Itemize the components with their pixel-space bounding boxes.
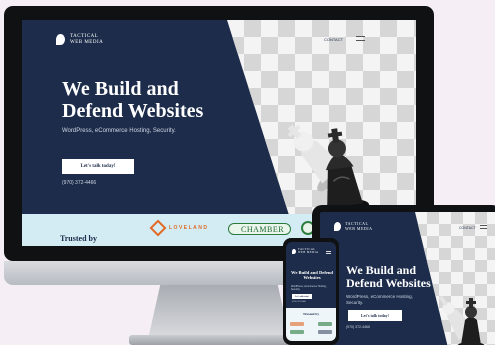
cta-button[interactable]: Let's talk today! <box>62 159 134 174</box>
hamburger-menu-icon[interactable] <box>356 36 365 41</box>
tablet-hero-headline: We Build and Defend Websites <box>346 263 431 291</box>
phone-seal-logo-icon <box>290 330 304 334</box>
phone-trusted-by-section: Trusted by <box>286 308 336 341</box>
phone-cta-button[interactable]: Let's talk today! <box>292 294 312 299</box>
tablet-nav-contact-link[interactable]: CONTACT <box>459 226 476 230</box>
loveland-emblem-icon <box>149 219 167 237</box>
tablet-brand-line-2: WEB MEDIA <box>345 225 373 231</box>
phone-link[interactable]: (970) 372-4466 <box>62 180 96 186</box>
nav-contact-link[interactable]: CONTACT <box>324 37 343 42</box>
loveland-logo-text: LOVELAND <box>169 225 209 231</box>
hero-subtext: WordPress, eCommerce Hosting, Security. <box>62 128 176 134</box>
tablet-hero-section: TACTICAL WEB MEDIA CONTACT We Build and … <box>320 212 495 345</box>
phone-brand-logo[interactable]: TACTICAL WEB MEDIA <box>292 248 319 255</box>
logo-mark-icon <box>56 34 65 45</box>
brand-logo[interactable]: TACTICAL WEB MEDIA <box>56 34 103 45</box>
phone-phone-link[interactable]: (970) 372-4466 <box>292 301 306 303</box>
trusted-by-label: Trusted by <box>60 234 97 243</box>
phone-hero-headline: We Build and Defend Websites <box>291 270 333 281</box>
phone-screen: TACTICAL WEB MEDIA We Build and Defend W… <box>286 242 336 341</box>
hero-headline: We Build and Defend Websites <box>62 78 204 123</box>
phone-logo-mark-icon <box>292 249 296 255</box>
tablet-hero-subtext: WordPress, eCommerce Hosting, Security. <box>346 294 413 306</box>
brand-line-2: WEB MEDIA <box>70 39 104 45</box>
chamber-logo-text: CHAMBER <box>241 224 285 234</box>
chamber-logo: CHAMBER <box>228 223 292 235</box>
tablet-hamburger-menu-icon[interactable] <box>480 225 487 229</box>
phone-hamburger-menu-icon[interactable] <box>326 251 331 254</box>
loveland-chamber-logo: LOVELAND <box>149 219 209 237</box>
phone-hero-subtext: WordPress, eCommerce Hosting, Security. <box>291 285 327 292</box>
phone-trusted-by-label: Trusted by <box>302 312 320 316</box>
phone-device: TACTICAL WEB MEDIA We Build and Defend W… <box>283 238 339 345</box>
phone-loveland-logo-icon <box>290 322 304 326</box>
phone-chamber-logo-icon <box>318 322 332 326</box>
chess-pieces-illustration <box>287 124 370 217</box>
monitor-foot <box>129 335 309 345</box>
brand-line-1: TACTICAL <box>70 34 99 40</box>
phone-partner-logos-row-2 <box>290 330 332 334</box>
monitor-stand <box>149 285 289 335</box>
phone-brand-line-2: WEB MEDIA <box>298 250 319 254</box>
tablet-screen: TACTICAL WEB MEDIA CONTACT We Build and … <box>320 212 495 345</box>
tablet-device: TACTICAL WEB MEDIA CONTACT We Build and … <box>312 205 495 345</box>
tablet-cta-button[interactable]: Let's talk today! <box>348 310 402 321</box>
tablet-logo-mark-icon <box>334 222 341 231</box>
phone-partner-logo-icon <box>318 330 332 334</box>
tablet-phone-link[interactable]: (970) 372-4466 <box>346 325 370 329</box>
phone-partner-logos-row-1 <box>290 322 332 326</box>
tablet-brand-logo[interactable]: TACTICAL WEB MEDIA <box>334 222 373 231</box>
